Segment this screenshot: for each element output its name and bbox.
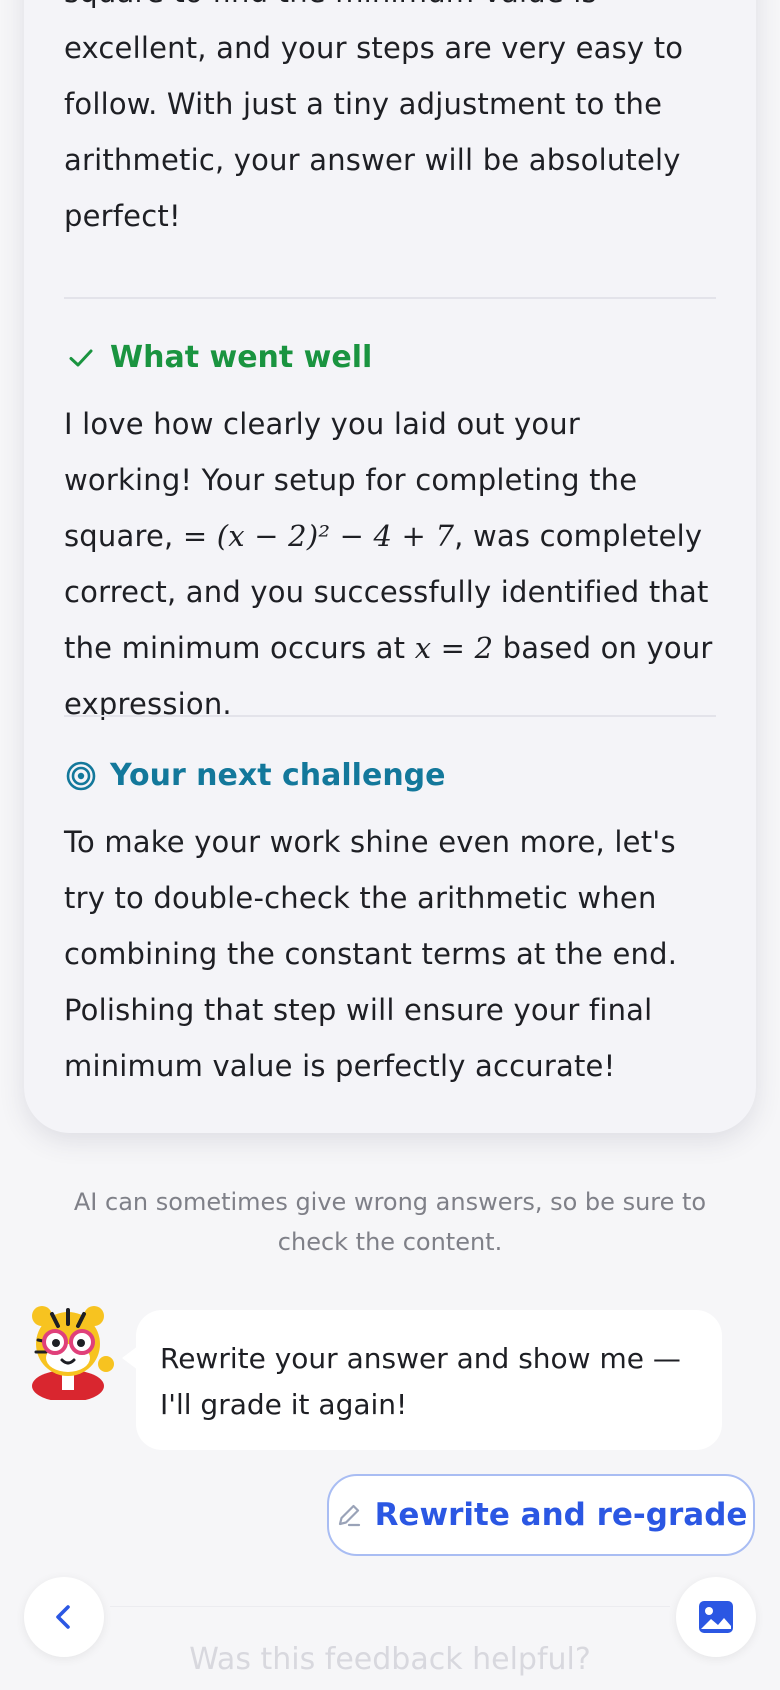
ai-disclaimer: AI can sometimes give wrong answers, so … <box>73 1188 707 1256</box>
challenge-paragraph: To make your work shine even more, let's… <box>64 814 716 1094</box>
feedback-question: Was this feedback helpful? <box>189 1642 591 1677</box>
feedback-divider <box>110 1606 670 1607</box>
went-well-title: What went well <box>110 340 373 375</box>
went-well-heading: What went well <box>64 340 372 375</box>
went-well-paragraph: I love how clearly you laid out your wor… <box>64 396 716 732</box>
intro-paragraph: square to find the minimum value is exce… <box>64 0 716 244</box>
check-icon <box>64 341 98 375</box>
rewrite-button-label: Rewrite and re-grade <box>374 1497 748 1533</box>
rewrite-and-regrade-button[interactable]: Rewrite and re-grade <box>327 1474 755 1556</box>
tiger-mascot-icon <box>22 1306 114 1402</box>
challenge-title: Your next challenge <box>110 758 446 793</box>
math-setup: = (x − 2)² − 4 + 7 <box>182 519 455 553</box>
assistant-message: Rewrite your answer and show me — I'll g… <box>160 1342 681 1421</box>
section-divider <box>64 715 716 717</box>
assistant-message-bubble: Rewrite your answer and show me — I'll g… <box>136 1310 722 1450</box>
pencil-icon <box>338 1504 360 1527</box>
intro-text: excellent, and your steps are very easy … <box>64 31 684 233</box>
image-upload-button[interactable] <box>676 1577 756 1657</box>
challenge-text: To make your work shine even more, let's… <box>64 825 678 1083</box>
intro-line-1: square to find the minimum value is <box>64 0 597 9</box>
back-button[interactable] <box>24 1577 104 1657</box>
target-icon <box>64 759 98 793</box>
chevron-left-icon <box>56 1605 70 1629</box>
image-icon <box>699 1601 733 1633</box>
section-divider <box>64 297 716 299</box>
math-minimum: x = 2 <box>414 631 494 665</box>
feedback-card: square to find the minimum value is exce… <box>24 0 756 1133</box>
challenge-heading: Your next challenge <box>64 758 446 793</box>
